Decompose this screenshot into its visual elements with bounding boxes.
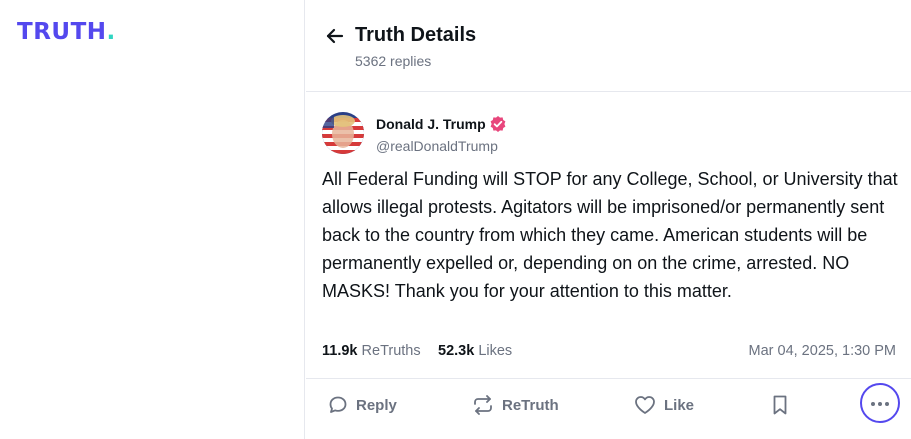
back-arrow-icon[interactable] [324,25,346,47]
left-sidebar: TRUTH. [0,0,305,439]
retruths-label: ReTruths [361,343,421,359]
bookmark-button[interactable] [771,393,789,417]
retruths-stat[interactable]: 11.9k ReTruths [322,343,421,359]
bookmark-icon [771,394,789,416]
logo-dot: . [106,19,116,45]
like-label: Like [664,396,695,414]
ellipsis-icon [870,394,890,412]
avatar[interactable] [322,112,364,154]
reply-count: 5362 replies [355,53,432,69]
likes-label: Likes [478,343,513,359]
post-timestamp: Mar 04, 2025, 1:30 PM [748,343,897,359]
heart-icon [634,395,656,415]
action-bar: Reply ReTruth Like [306,378,911,439]
speech-bubble-icon [328,395,348,415]
retruths-count: 11.9k [322,343,358,359]
reply-label: Reply [356,396,397,414]
retruth-label: ReTruth [502,396,559,414]
page-header: Truth Details 5362 replies [306,0,911,92]
author-handle[interactable]: @realDonaldTrump [376,138,498,154]
likes-count: 52.3k [438,343,475,359]
retruth-button[interactable]: ReTruth [472,393,559,417]
main-column: Truth Details 5362 replies Donald J. Tru… [306,0,911,439]
post-body-text: All Federal Funding will STOP for any Co… [322,169,898,301]
more-options-button[interactable] [860,383,900,423]
like-button[interactable]: Like [634,393,694,417]
page-title: Truth Details [355,24,477,46]
repost-arrows-icon [472,395,494,415]
reply-button[interactable]: Reply [328,393,397,417]
truth-social-logo[interactable]: TRUTH. [17,21,116,44]
verified-badge-icon [489,115,507,133]
author-name[interactable]: Donald J. Trump [376,116,486,132]
likes-stat[interactable]: 52.3k Likes [438,343,512,359]
logo-text: TRUTH [17,19,107,45]
